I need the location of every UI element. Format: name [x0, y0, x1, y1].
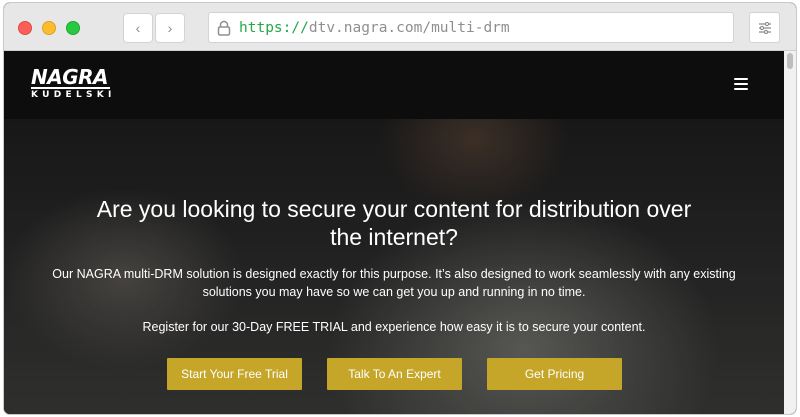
settings-button[interactable] — [749, 12, 780, 43]
hamburger-icon[interactable] — [734, 78, 748, 90]
logo-sub-text: KUDELSKI — [31, 90, 116, 100]
browser-toolbar: ‹ › https://dtv.nagra.com/multi-drm — [4, 3, 796, 51]
close-window-button[interactable] — [18, 21, 32, 35]
lock-icon — [217, 20, 231, 36]
start-free-trial-button[interactable]: Start Your Free Trial — [167, 358, 302, 390]
site-header: NAGRA KUDELSKI — [4, 51, 784, 119]
web-page: NAGRA KUDELSKI Are you looking to secure… — [4, 51, 796, 414]
hero-section: Are you looking to secure your content f… — [4, 119, 784, 414]
logo-main-text: NAGRA — [31, 65, 111, 89]
url-path: dtv.nagra.com/multi-drm — [308, 19, 510, 36]
back-button[interactable]: ‹ — [123, 13, 153, 43]
url-separator: :// — [282, 19, 309, 36]
free-trial-text: Register for our 30-Day FREE TRIAL and e… — [142, 320, 646, 334]
get-pricing-button[interactable]: Get Pricing — [487, 358, 622, 390]
talk-to-expert-button[interactable]: Talk To An Expert — [327, 358, 462, 390]
vertical-scrollbar[interactable] — [784, 51, 796, 414]
hero-description: Our NAGRA multi-DRM solution is designed… — [52, 267, 736, 299]
maximize-window-button[interactable] — [66, 21, 80, 35]
scrollbar-thumb[interactable] — [787, 53, 793, 69]
browser-window: ‹ › https://dtv.nagra.com/multi-drm NAG… — [4, 3, 796, 414]
forward-button[interactable]: › — [155, 13, 185, 43]
nagra-kudelski-logo[interactable]: NAGRA KUDELSKI — [31, 67, 115, 101]
settings-sliders-icon — [758, 21, 771, 34]
address-bar[interactable]: https://dtv.nagra.com/multi-drm — [208, 12, 734, 43]
forward-arrow-icon: › — [167, 20, 173, 36]
minimize-window-button[interactable] — [42, 21, 56, 35]
url-scheme: https — [239, 19, 283, 36]
hero-headline: Are you looking to secure your content f… — [96, 196, 692, 250]
back-arrow-icon: ‹ — [135, 20, 141, 36]
